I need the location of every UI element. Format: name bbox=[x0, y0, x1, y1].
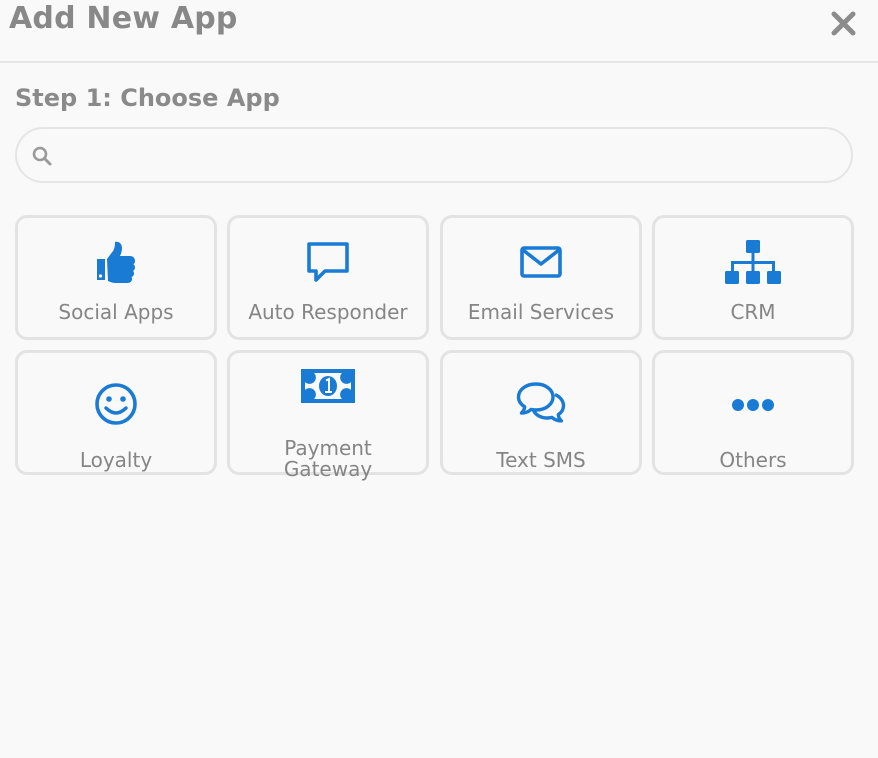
close-button[interactable] bbox=[826, 6, 860, 40]
chat-bubbles-icon bbox=[516, 382, 566, 423]
app-tile-label: Payment Gateway bbox=[230, 438, 426, 480]
app-tile-label: Auto Responder bbox=[248, 300, 408, 324]
app-tile-auto-responder[interactable]: Auto Responder bbox=[227, 215, 429, 340]
add-app-modal: Add New App Step 1: Choose App Social Ap… bbox=[0, 0, 878, 758]
search-input[interactable] bbox=[65, 137, 839, 175]
smiley-icon bbox=[95, 383, 137, 425]
search-icon bbox=[32, 146, 52, 166]
app-tile-loyalty[interactable]: Loyalty bbox=[15, 350, 217, 475]
speech-bubble-icon bbox=[307, 242, 349, 282]
app-tile-crm[interactable]: CRM bbox=[652, 215, 854, 340]
app-tile-social-apps[interactable]: Social Apps bbox=[15, 215, 217, 340]
modal-title: Add New App bbox=[9, 1, 238, 36]
search-box[interactable] bbox=[15, 127, 853, 183]
app-tile-label: Text SMS bbox=[496, 448, 586, 472]
close-icon bbox=[831, 11, 856, 36]
ellipsis-icon bbox=[732, 399, 774, 411]
modal-header: Add New App bbox=[0, 0, 878, 63]
app-tile-label: Others bbox=[719, 448, 787, 472]
app-tile-label: CRM bbox=[730, 300, 776, 324]
app-tile-label: Loyalty bbox=[79, 448, 153, 472]
app-tile-others[interactable]: Others bbox=[652, 350, 854, 475]
app-tile-label: Social Apps bbox=[58, 300, 174, 324]
app-tile-payment-gateway[interactable]: Payment Gateway bbox=[227, 350, 429, 480]
thumbs-up-icon bbox=[97, 241, 135, 283]
envelope-icon bbox=[520, 246, 562, 278]
app-tile-label: Email Services bbox=[467, 300, 615, 324]
app-tile-label-line2: Gateway bbox=[283, 457, 373, 481]
sitemap-icon bbox=[725, 240, 781, 284]
app-tile-text-sms[interactable]: Text SMS bbox=[440, 350, 642, 475]
money-bill-icon bbox=[301, 369, 355, 403]
app-tile-label-line1: Payment bbox=[284, 436, 372, 460]
app-tile-email-services[interactable]: Email Services bbox=[440, 215, 642, 340]
step-title: Step 1: Choose App bbox=[15, 84, 280, 112]
